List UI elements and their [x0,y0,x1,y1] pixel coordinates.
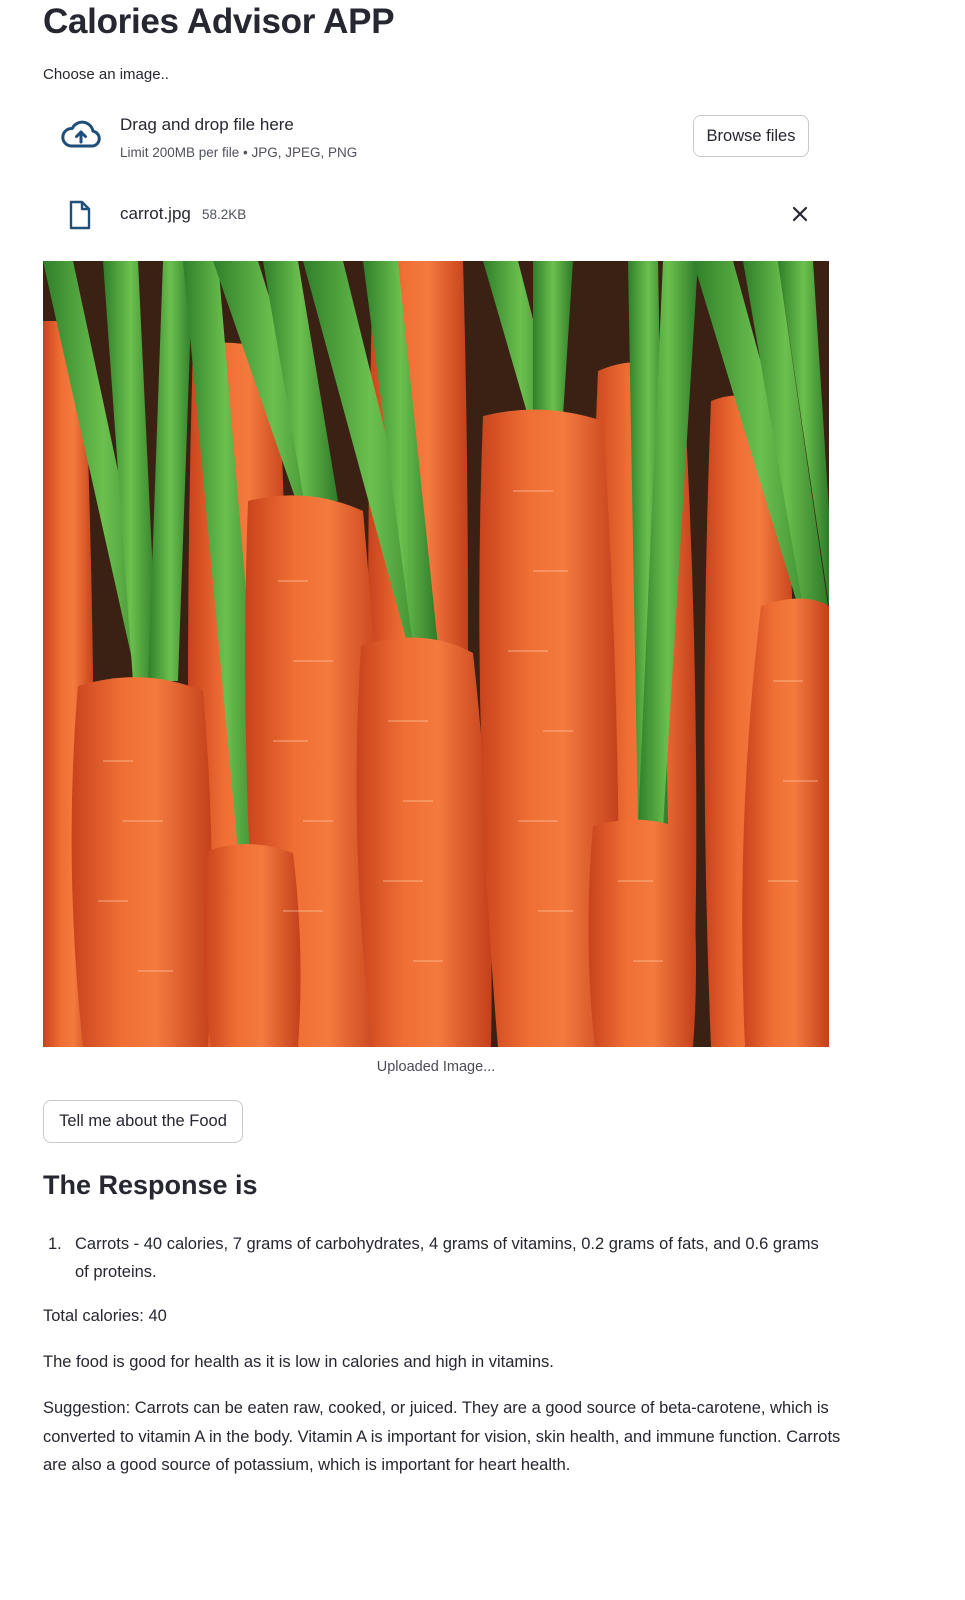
uploader-label: Choose an image.. [43,66,169,83]
file-size: 58.2KB [202,207,247,222]
list-item-number: 1. [48,1235,62,1253]
dropzone-title: Drag and drop file here [120,115,294,134]
total-calories: Total calories: 40 [43,1307,167,1325]
file-icon [69,200,91,230]
uploaded-file-row: carrot.jpg 58.2KB [43,196,827,236]
app-title: Calories Advisor APP [43,2,395,41]
response-heading: The Response is [43,1170,258,1200]
file-name: carrot.jpg [120,204,191,223]
suggestion-text: Suggestion: Carrots can be eaten raw, co… [43,1399,841,1474]
dropzone-limit: Limit 200MB per file • JPG, JPEG, PNG [120,145,358,160]
browse-files-button[interactable]: Browse files [693,115,809,157]
health-assessment: The food is good for health as it is low… [43,1353,554,1371]
uploaded-carrot-image [43,261,829,1047]
list-item-text: Carrots - 40 calories, 7 grams of carboh… [75,1235,819,1281]
close-icon[interactable] [789,203,811,225]
cloud-upload-icon [61,120,101,148]
image-caption: Uploaded Image... [376,1059,496,1075]
file-dropzone[interactable]: Drag and drop file here Limit 200MB per … [43,108,827,170]
tell-me-about-food-button[interactable]: Tell me about the Food [43,1100,243,1143]
